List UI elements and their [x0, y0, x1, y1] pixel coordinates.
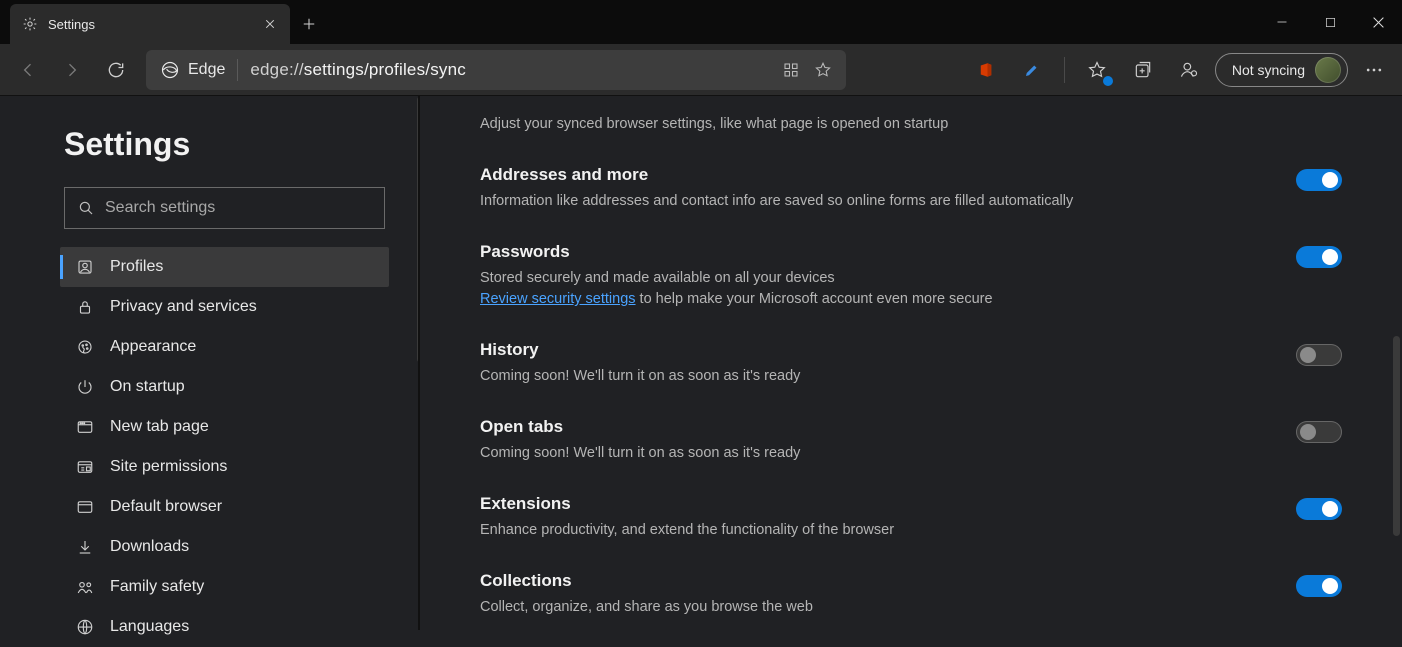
tab-close-button[interactable]	[262, 16, 278, 32]
language-icon	[76, 618, 94, 636]
minimize-button[interactable]	[1258, 0, 1306, 44]
permissions-icon	[76, 458, 94, 476]
setting-row: Addresses and more Information like addr…	[480, 153, 1342, 230]
favorites-icon[interactable]	[1077, 50, 1117, 90]
toggle-passwords[interactable]	[1296, 246, 1342, 268]
refresh-button[interactable]	[96, 50, 136, 90]
sidebar-item-privacy-and-services[interactable]: Privacy and services	[60, 287, 389, 327]
settings-heading: Settings	[64, 126, 419, 163]
browser-toolbar: Edge edge://settings/profiles/sync	[0, 44, 1402, 96]
setting-row: Passwords Stored securely and made avail…	[480, 230, 1342, 328]
search-input[interactable]	[105, 199, 372, 217]
title-bar: Settings	[0, 0, 1402, 44]
maximize-button[interactable]	[1306, 0, 1354, 44]
avatar	[1315, 57, 1341, 83]
gear-icon	[22, 16, 38, 32]
favorite-star-icon[interactable]	[814, 61, 832, 79]
setting-subtitle: Adjust your synced browser settings, lik…	[480, 114, 1272, 135]
sidebar-item-label: Family safety	[110, 578, 204, 596]
toggle-collections[interactable]	[1296, 575, 1342, 597]
toggle-addresses-and-more[interactable]	[1296, 169, 1342, 191]
new-tab-button[interactable]	[290, 4, 328, 44]
office-icon[interactable]	[966, 50, 1006, 90]
toggle-open-tabs[interactable]	[1296, 421, 1342, 443]
sync-status-pill[interactable]: Not syncing	[1215, 53, 1348, 87]
forward-button[interactable]	[52, 50, 92, 90]
newtab-icon	[76, 418, 94, 436]
sidebar-item-label: Downloads	[110, 538, 189, 556]
profile-icon	[76, 258, 94, 276]
setting-subtitle: Enhance productivity, and extend the fun…	[480, 520, 1272, 541]
sidebar-item-languages[interactable]: Languages	[60, 607, 389, 647]
setting-subtitle: Stored securely and made available on al…	[480, 268, 1272, 310]
more-menu-button[interactable]	[1354, 50, 1394, 90]
setting-row: History Coming soon! We'll turn it on as…	[480, 328, 1342, 405]
lock-icon	[76, 298, 94, 316]
settings-sidebar: Settings Profiles Privacy and services A…	[0, 96, 420, 630]
search-settings-box[interactable]	[64, 187, 385, 229]
sidebar-item-default-browser[interactable]: Default browser	[60, 487, 389, 527]
qr-icon[interactable]	[782, 61, 800, 79]
browser-icon	[76, 498, 94, 516]
family-icon	[76, 578, 94, 596]
sidebar-item-downloads[interactable]: Downloads	[60, 527, 389, 567]
download-icon	[76, 538, 94, 556]
search-icon	[77, 199, 95, 217]
sidebar-item-new-tab-page[interactable]: New tab page	[60, 407, 389, 447]
sidebar-item-label: Languages	[110, 618, 189, 636]
setting-title: Passwords	[480, 242, 1272, 262]
pen-icon[interactable]	[1012, 50, 1052, 90]
content-scrollbar[interactable]	[1393, 336, 1400, 536]
setting-title: Open tabs	[480, 417, 1272, 437]
sync-pill-label: Not syncing	[1232, 62, 1305, 78]
setting-row: Open tabs Coming soon! We'll turn it on …	[480, 405, 1342, 482]
review-security-link[interactable]: Review security settings	[480, 291, 636, 307]
collections-icon[interactable]	[1123, 50, 1163, 90]
back-button[interactable]	[8, 50, 48, 90]
setting-subtitle: Collect, organize, and share as you brow…	[480, 597, 1272, 618]
sidebar-item-label: Appearance	[110, 338, 196, 356]
sidebar-item-label: Profiles	[110, 258, 163, 276]
sidebar-item-site-permissions[interactable]: Site permissions	[60, 447, 389, 487]
setting-row: Extensions Enhance productivity, and ext…	[480, 482, 1342, 559]
setting-title: Extensions	[480, 494, 1272, 514]
sidebar-item-appearance[interactable]: Appearance	[60, 327, 389, 367]
tab-title: Settings	[48, 17, 252, 32]
url-text: edge://settings/profiles/sync	[250, 60, 466, 80]
settings-content: Adjust your synced browser settings, lik…	[420, 96, 1402, 630]
toggle-history[interactable]	[1296, 344, 1342, 366]
setting-row: Adjust your synced browser settings, lik…	[480, 102, 1342, 153]
close-button[interactable]	[1354, 0, 1402, 44]
setting-title: History	[480, 340, 1272, 360]
sidebar-item-label: On startup	[110, 378, 185, 396]
power-icon	[76, 378, 94, 396]
sidebar-item-on-startup[interactable]: On startup	[60, 367, 389, 407]
sidebar-item-label: Default browser	[110, 498, 222, 516]
edge-brand: Edge	[160, 60, 225, 80]
address-bar[interactable]: Edge edge://settings/profiles/sync	[146, 50, 846, 90]
setting-subtitle: Coming soon! We'll turn it on as soon as…	[480, 443, 1272, 464]
sidebar-item-label: Privacy and services	[110, 298, 257, 316]
sidebar-item-family-safety[interactable]: Family safety	[60, 567, 389, 607]
setting-row: Collections Collect, organize, and share…	[480, 559, 1342, 630]
window-controls	[1258, 0, 1402, 44]
setting-title: Addresses and more	[480, 165, 1272, 185]
sidebar-item-label: New tab page	[110, 418, 209, 436]
profile-icon[interactable]	[1169, 50, 1209, 90]
sidebar-item-profiles[interactable]: Profiles	[60, 247, 389, 287]
appearance-icon	[76, 338, 94, 356]
toggle-extensions[interactable]	[1296, 498, 1342, 520]
setting-subtitle: Coming soon! We'll turn it on as soon as…	[480, 366, 1272, 387]
sidebar-item-label: Site permissions	[110, 458, 227, 476]
setting-title: Collections	[480, 571, 1272, 591]
setting-subtitle: Information like addresses and contact i…	[480, 191, 1272, 212]
browser-tab-settings[interactable]: Settings	[10, 4, 290, 44]
brand-label: Edge	[188, 61, 225, 79]
